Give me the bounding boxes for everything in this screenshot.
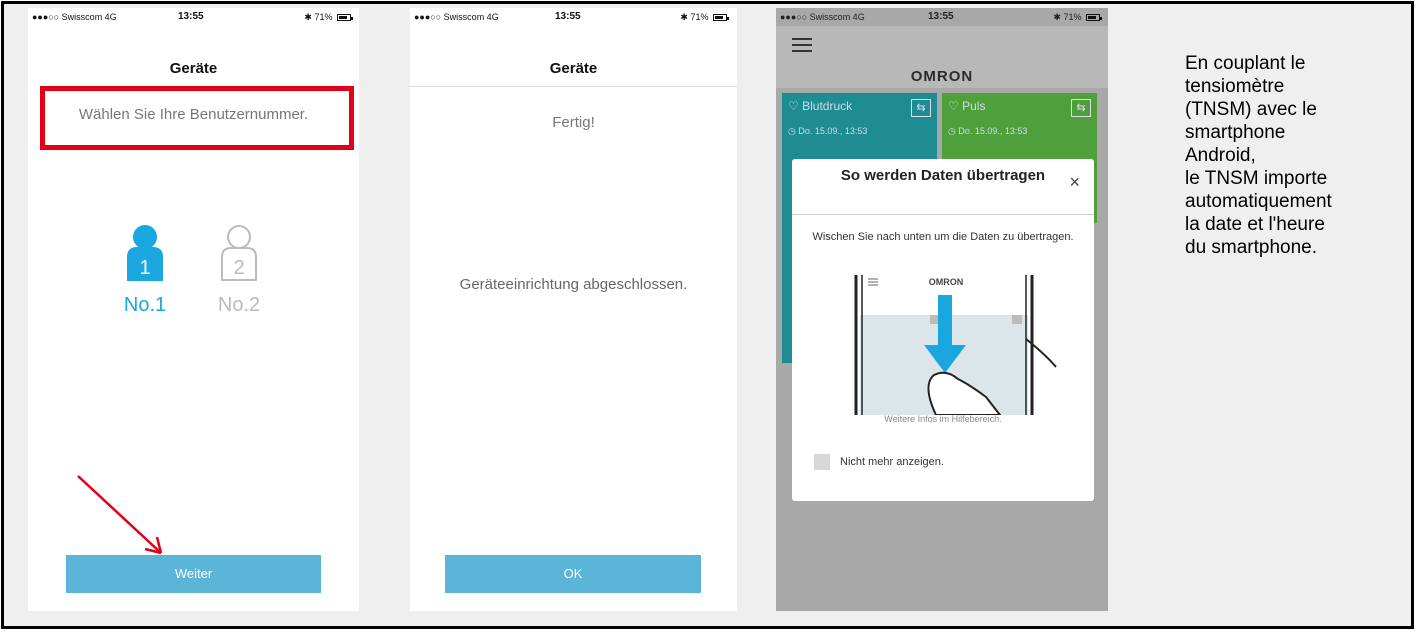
battery-label: ✱ 71% xyxy=(1053,12,1082,22)
carrier-label: ●●●○○ Swisscom 4G xyxy=(32,12,117,22)
swipe-illustration: OMRON xyxy=(854,275,1057,415)
caption-line: la date et l'heure xyxy=(1185,214,1325,235)
sync-icon[interactable]: ⇆ xyxy=(911,99,931,117)
next-button[interactable]: Weiter xyxy=(66,555,321,593)
battery-status: ✱ 71% xyxy=(1053,12,1102,23)
user-option-1[interactable]: 1 No.1 xyxy=(120,223,170,317)
battery-status: ✱ 71% xyxy=(680,12,729,23)
status-bar: ●●●○○ Swisscom 4G 13:55 ✱ 71% xyxy=(776,8,1108,26)
caption-line: automatiquement xyxy=(1185,191,1332,212)
page-title: Geräte xyxy=(549,60,598,77)
caption-text: En couplant le tensiomètre (TNSM) avec l… xyxy=(1185,52,1395,259)
status-bar: ●●●○○ Swisscom 4G 13:55 ✱ 71% xyxy=(410,8,737,26)
caption-line: Android, xyxy=(1185,145,1256,166)
user-label-2: No.2 xyxy=(217,294,261,316)
tile-date-value: Do. 15.09., 13:53 xyxy=(798,126,868,136)
prompt-text: Wählen Sie Ihre Benutzernummer. xyxy=(78,106,309,123)
help-info-link[interactable]: Weitere Infos im Hilfebereich. xyxy=(792,414,1094,424)
user-option-2[interactable]: 2 No.2 xyxy=(214,223,264,317)
battery-icon xyxy=(1086,14,1102,21)
tile-title: ♡ Blutdruck xyxy=(788,99,852,113)
heart-icon: ♡ xyxy=(948,99,959,113)
omron-logo: OMRON xyxy=(910,68,974,85)
caption-line: (TNSM) avec le xyxy=(1185,99,1317,120)
user-icon: 1 xyxy=(127,225,163,281)
swipe-down-arrow-icon xyxy=(938,295,952,347)
tile-date-value: Do. 15.09., 13:53 xyxy=(958,126,1028,136)
page-title: Geräte xyxy=(169,60,218,77)
dont-show-label: Nicht mehr anzeigen. xyxy=(840,456,944,468)
carrier-label: ●●●○○ Swisscom 4G xyxy=(414,12,499,22)
caption-line: tensiomètre xyxy=(1185,76,1285,97)
caption-line: smartphone xyxy=(1185,122,1286,143)
red-arrow-annotation xyxy=(77,475,163,555)
user-number-2: 2 xyxy=(233,257,244,279)
user-icon: 2 xyxy=(221,225,257,281)
illustration-logo: OMRON xyxy=(929,277,964,287)
close-icon[interactable]: × xyxy=(1069,173,1080,191)
status-bar: ●●●○○ Swisscom 4G 13:55 ✱ 71% xyxy=(28,8,359,26)
battery-label: ✱ 71% xyxy=(680,12,709,22)
user-label-1: No.1 xyxy=(123,294,167,316)
battery-icon xyxy=(713,14,729,21)
clock: 13:55 xyxy=(555,11,581,22)
user-number-1: 1 xyxy=(139,257,150,279)
phone-screen-setup-done: ●●●○○ Swisscom 4G 13:55 ✱ 71% Geräte Fer… xyxy=(410,8,737,611)
caption-line: le TNSM importe xyxy=(1185,168,1328,189)
transfer-info-dialog: So werden Daten übertragen × Wischen Sie… xyxy=(792,159,1094,501)
battery-icon xyxy=(337,14,353,21)
battery-label: ✱ 71% xyxy=(304,12,333,22)
clock: 13:55 xyxy=(928,11,954,22)
clock-icon: ◷ xyxy=(948,126,956,136)
tile-title: ♡ Puls xyxy=(948,99,985,113)
dialog-title: So werden Daten übertragen xyxy=(840,167,1046,184)
dialog-instruction: Wischen Sie nach unten um die Daten zu ü… xyxy=(812,231,1074,243)
done-heading: Fertig! xyxy=(552,114,595,131)
caption-line: En couplant le xyxy=(1185,53,1306,74)
tile-date: ◷ Do. 15.09., 13:53 xyxy=(948,126,1027,137)
done-message: Geräteeinrichtung abgeschlossen. xyxy=(459,276,688,293)
heart-icon: ♡ xyxy=(788,99,799,113)
carrier-label: ●●●○○ Swisscom 4G xyxy=(780,12,865,22)
caption-line: du smartphone. xyxy=(1185,237,1318,258)
dont-show-checkbox[interactable] xyxy=(814,454,830,470)
battery-status: ✱ 71% xyxy=(304,12,353,23)
tile-date: ◷ Do. 15.09., 13:53 xyxy=(788,126,867,137)
clock-icon: ◷ xyxy=(788,126,796,136)
phone-screen-omron-app: ●●●○○ Swisscom 4G 13:55 ✱ 71% OMRON ♡ Bl… xyxy=(776,8,1108,611)
tile-label: Puls xyxy=(962,99,986,113)
hamburger-icon[interactable] xyxy=(792,38,812,52)
nav-divider xyxy=(410,86,737,87)
sync-icon[interactable]: ⇆ xyxy=(1071,99,1091,117)
ok-button[interactable]: OK xyxy=(445,555,701,593)
clock: 13:55 xyxy=(178,11,204,22)
phone-screen-user-select: ●●●○○ Swisscom 4G 13:55 ✱ 71% Geräte Wäh… xyxy=(28,8,359,611)
dialog-divider xyxy=(792,214,1094,215)
tile-label: Blutdruck xyxy=(802,99,853,113)
